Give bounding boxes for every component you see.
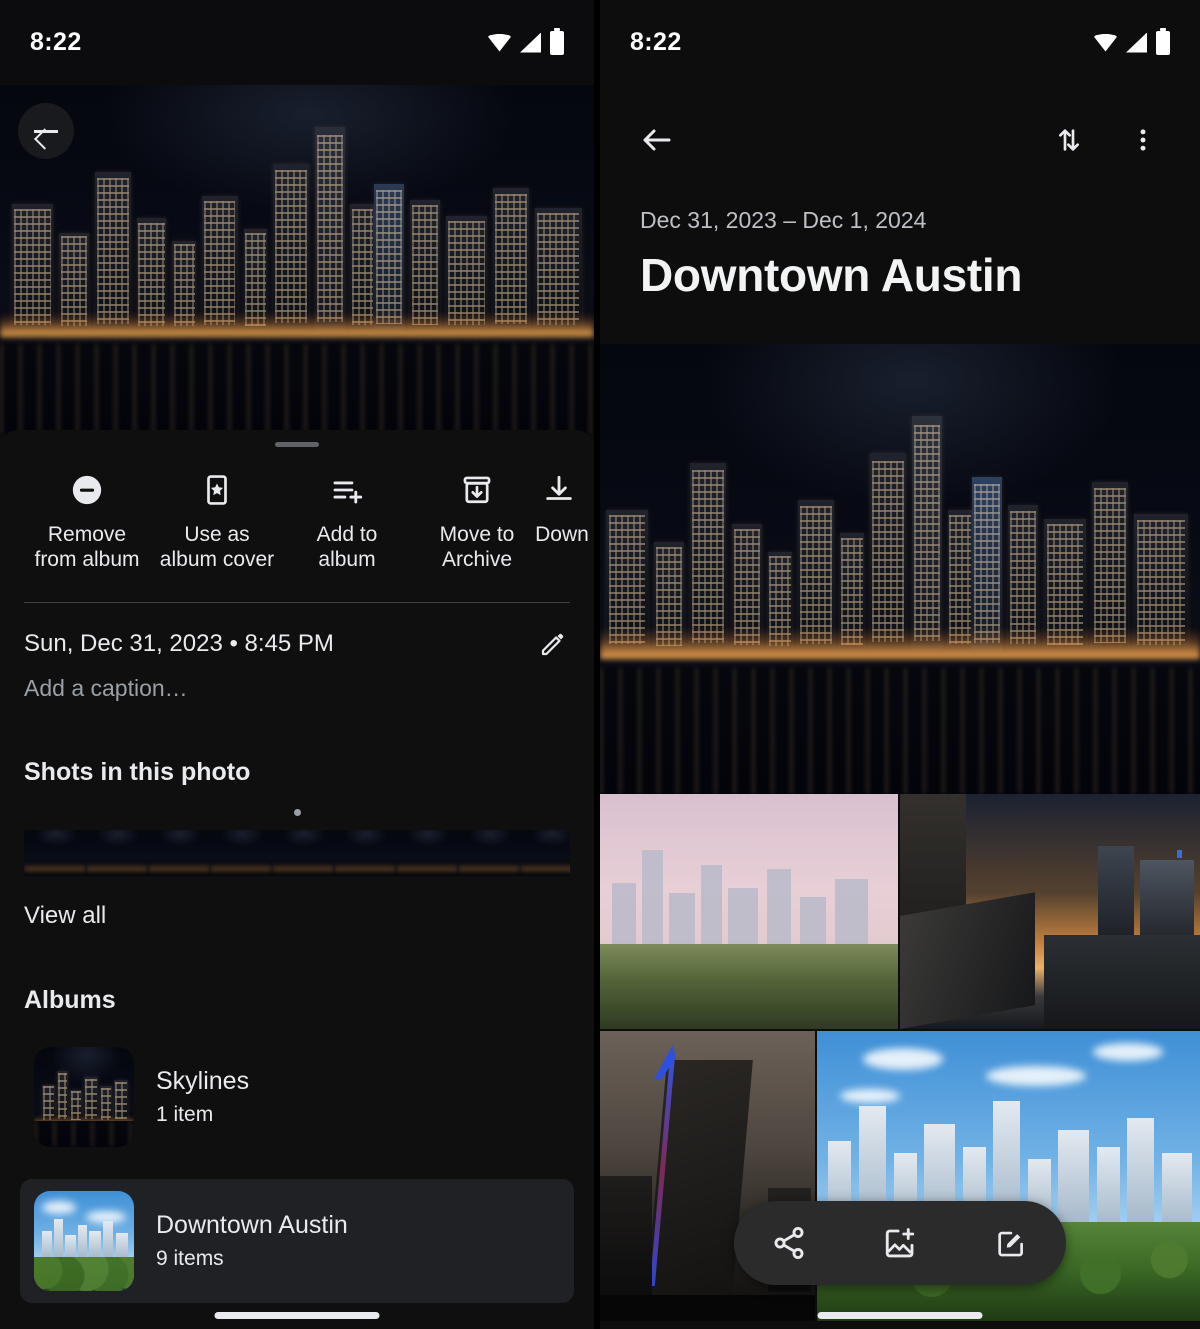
overflow-menu-button[interactable] (1120, 117, 1166, 163)
dual-screenshot: 8:22 (0, 0, 1200, 1329)
toolbar-actions (1046, 117, 1166, 163)
share-icon (771, 1225, 807, 1261)
status-bar: 8:22 (600, 0, 1200, 85)
back-button[interactable] (634, 117, 680, 163)
back-arrow-icon (639, 122, 675, 158)
edit-date-button[interactable] (538, 629, 568, 659)
album-hero-photo[interactable] (600, 344, 1200, 794)
action-label-line1: Remove (48, 523, 126, 546)
album-name: Downtown Austin (156, 1211, 348, 1240)
date-row: Sun, Dec 31, 2023 • 8:45 PM (0, 603, 594, 659)
signal-icon (520, 33, 541, 53)
action-label-line2: album (318, 548, 375, 571)
grid-photo-sunset-balcony[interactable] (900, 794, 1200, 1029)
album-title: Downtown Austin (600, 234, 1200, 344)
skyline-buildings (0, 127, 594, 330)
edit-button[interactable] (988, 1220, 1034, 1266)
filmstrip-thumb[interactable] (334, 830, 396, 876)
status-time: 8:22 (630, 28, 682, 57)
hero-photo[interactable] (0, 85, 594, 435)
action-label-line1: Move to (440, 523, 515, 546)
star-card-icon (200, 473, 234, 507)
add-photos-button[interactable] (877, 1220, 923, 1266)
share-button[interactable] (766, 1220, 812, 1266)
carousel-dot-indicator (294, 809, 301, 816)
album-count: 1 item (156, 1103, 249, 1127)
download-icon (542, 473, 576, 507)
photo-info-sheet: Remove from album Use as album cover (0, 430, 594, 1329)
move-to-archive-button[interactable]: Move to Archive (412, 473, 542, 572)
action-label-line2: album cover (160, 548, 274, 571)
album-date-range: Dec 31, 2023 – Dec 1, 2024 (600, 195, 1200, 234)
filmstrip-thumb[interactable] (458, 830, 520, 876)
status-icon-group (488, 31, 564, 55)
floating-action-bar (734, 1201, 1066, 1285)
action-label-line1: Down (535, 523, 589, 546)
sort-arrows-icon (1053, 124, 1085, 156)
wifi-icon (1094, 34, 1117, 52)
album-toolbar (600, 85, 1200, 195)
album-item-text: Downtown Austin 9 items (156, 1211, 348, 1271)
photo-detail-screen: 8:22 (0, 0, 594, 1329)
download-button[interactable]: Down (542, 473, 594, 572)
caption-input[interactable]: Add a caption… (0, 659, 594, 702)
wifi-icon (488, 34, 511, 52)
album-list-item-skylines[interactable]: Skylines 1 item (20, 1035, 574, 1159)
filmstrip-thumb[interactable] (520, 830, 570, 876)
filmstrip-thumb[interactable] (148, 830, 210, 876)
album-count: 9 items (156, 1247, 348, 1271)
signal-icon (1126, 33, 1147, 53)
filmstrip-thumb[interactable] (272, 830, 334, 876)
album-list-item-downtown-austin[interactable]: Downtown Austin 9 items (20, 1179, 574, 1303)
back-button[interactable] (18, 103, 74, 159)
more-vert-icon (1129, 126, 1157, 154)
status-time: 8:22 (30, 28, 82, 57)
back-arrow-icon (33, 118, 59, 144)
street-light-glow (0, 313, 594, 338)
status-bar: 8:22 (0, 0, 594, 85)
battery-icon (1156, 31, 1170, 55)
filmstrip-thumb[interactable] (210, 830, 272, 876)
status-icon-group (1094, 31, 1170, 55)
edit-square-icon (994, 1226, 1028, 1260)
shots-section-title: Shots in this photo (0, 702, 594, 787)
archive-icon (460, 473, 494, 507)
filmstrip-thumb[interactable] (396, 830, 458, 876)
filmstrip-thumb[interactable] (24, 830, 86, 876)
album-name: Skylines (156, 1067, 249, 1096)
action-label-line1: Add to (317, 523, 378, 546)
action-row: Remove from album Use as album cover (0, 447, 594, 576)
albums-section-title: Albums (0, 930, 594, 1015)
navigation-pill (215, 1312, 380, 1319)
filmstrip-thumb[interactable] (86, 830, 148, 876)
shots-filmstrip[interactable] (24, 830, 570, 876)
playlist-add-icon (330, 473, 364, 507)
album-thumbnail (34, 1191, 134, 1291)
action-label-line1: Use as (184, 523, 249, 546)
album-item-text: Skylines 1 item (156, 1067, 249, 1127)
album-screen: 8:22 (600, 0, 1200, 1329)
action-label-line2: from album (34, 548, 139, 571)
action-label-line2: Archive (442, 548, 512, 571)
remove-from-album-button[interactable]: Remove from album (22, 473, 152, 572)
photo-date: Sun, Dec 31, 2023 • 8:45 PM (24, 630, 334, 658)
use-as-album-cover-button[interactable]: Use as album cover (152, 473, 282, 572)
add-to-album-button[interactable]: Add to album (282, 473, 412, 572)
album-thumbnail (34, 1047, 134, 1147)
battery-icon (550, 31, 564, 55)
grid-photo-haze-skyline[interactable] (600, 794, 898, 1029)
view-all-link[interactable]: View all (0, 876, 594, 930)
navigation-pill (818, 1312, 983, 1319)
add-photo-icon (882, 1225, 918, 1261)
remove-circle-icon (70, 473, 104, 507)
river-reflection (0, 344, 594, 435)
sort-button[interactable] (1046, 117, 1092, 163)
pencil-icon (538, 629, 568, 659)
